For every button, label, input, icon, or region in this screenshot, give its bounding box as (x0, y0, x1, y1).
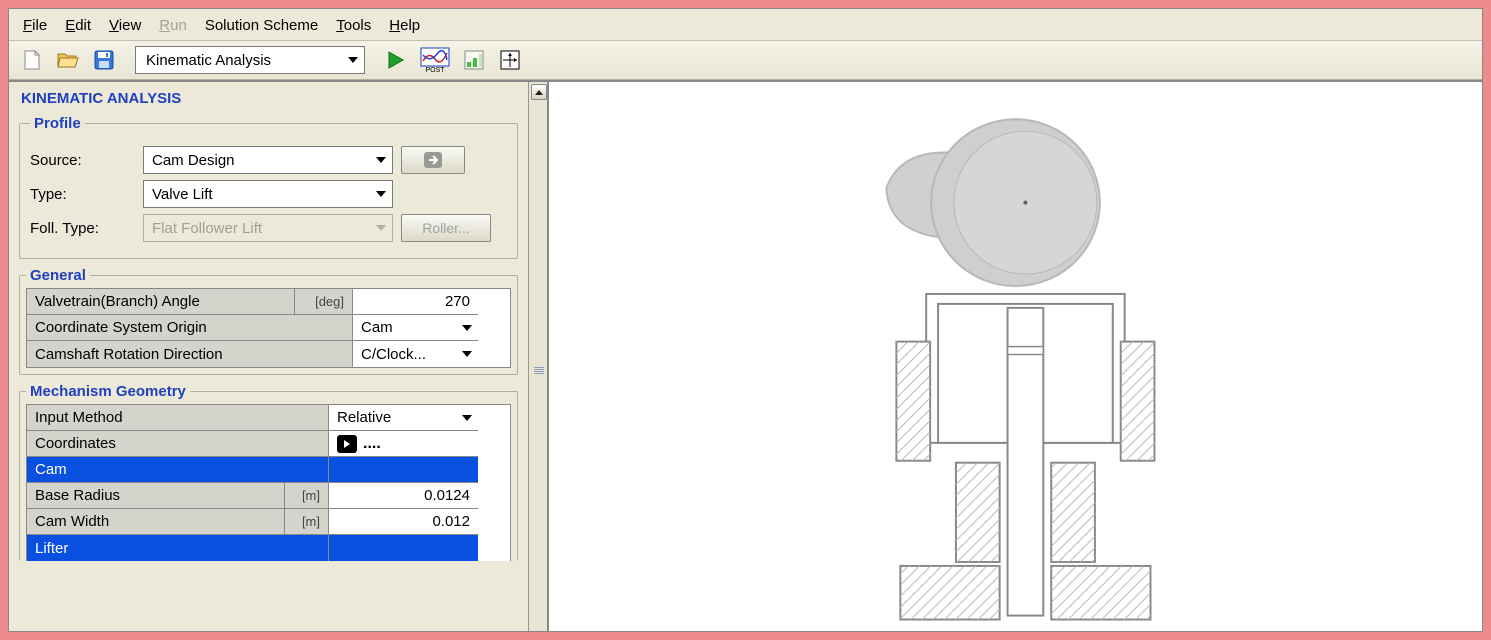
input-method-dropdown[interactable]: Relative (329, 405, 478, 431)
base-radius-unit: [m] (285, 483, 329, 509)
cam-width-value[interactable]: 0.012 (329, 509, 478, 535)
menu-file[interactable]: File (23, 17, 47, 34)
menu-run: Run (159, 17, 187, 34)
scroll-up-button[interactable] (531, 84, 547, 100)
panel-scrollbar[interactable] (529, 82, 549, 631)
branch-angle-unit: [deg] (295, 289, 353, 315)
analysis-mode-label: Kinematic Analysis (146, 52, 271, 69)
app-window: File Edit View Run Solution Scheme Tools… (8, 8, 1483, 632)
branch-angle-label: Valvetrain(Branch) Angle (27, 289, 295, 315)
save-icon (94, 50, 114, 70)
cam-model-drawing (549, 82, 1482, 631)
new-file-icon (23, 50, 41, 70)
panel-title: KINEMATIC ANALYSIS (15, 86, 522, 109)
left-panel: KINEMATIC ANALYSIS Profile Source: Cam D… (9, 82, 529, 631)
base-radius-label: Base Radius (27, 483, 285, 509)
coords-label: Coordinates (27, 431, 329, 457)
coord-origin-dropdown[interactable]: Cam (353, 315, 478, 341)
input-method-label: Input Method (27, 405, 329, 431)
arrow-right-icon (422, 150, 444, 170)
new-file-button[interactable] (17, 45, 47, 75)
menu-view[interactable]: View (109, 17, 141, 34)
chevron-down-icon (462, 325, 472, 331)
post-button[interactable]: POST (417, 45, 453, 75)
coords-button[interactable]: .... (329, 431, 478, 457)
open-file-button[interactable] (53, 45, 83, 75)
svg-text:POST: POST (425, 67, 445, 73)
save-button[interactable] (89, 45, 119, 75)
content-area: KINEMATIC ANALYSIS Profile Source: Cam D… (9, 80, 1482, 631)
arrow-right-icon (337, 435, 357, 453)
post-icon: POST (420, 47, 450, 73)
lifter-section-header: Lifter (27, 535, 329, 561)
menu-solution-scheme[interactable]: Solution Scheme (205, 17, 318, 34)
general-grid: Valvetrain(Branch) Angle [deg] 270 Coord… (26, 288, 511, 368)
cam-rot-dropdown[interactable]: C/Clock... (353, 341, 478, 367)
axes-icon (500, 50, 520, 70)
chevron-down-icon (376, 225, 386, 231)
source-action-button[interactable] (401, 146, 465, 174)
chevron-down-icon (376, 157, 386, 163)
splitter-grip-icon[interactable] (532, 352, 546, 382)
cam-section-header: Cam (27, 457, 329, 483)
chart-button[interactable] (459, 45, 489, 75)
general-group: General Valvetrain(Branch) Angle [deg] 2… (19, 267, 518, 375)
model-viewport[interactable] (549, 82, 1482, 631)
analysis-mode-dropdown[interactable]: Kinematic Analysis (135, 46, 365, 74)
menubar: File Edit View Run Solution Scheme Tools… (9, 9, 1482, 41)
axes-button[interactable] (495, 45, 525, 75)
mech-group: Mechanism Geometry Input Method Relative… (19, 383, 518, 561)
foll-type-dropdown: Flat Follower Lift (143, 214, 393, 242)
roller-button: Roller... (401, 214, 491, 242)
base-radius-value[interactable]: 0.0124 (329, 483, 478, 509)
play-icon (387, 50, 405, 70)
branch-angle-value[interactable]: 270 (353, 289, 478, 315)
cam-rot-label: Camshaft Rotation Direction (27, 341, 353, 367)
coord-origin-label: Coordinate System Origin (27, 315, 353, 341)
cam-width-unit: [m] (285, 509, 329, 535)
run-button[interactable] (381, 45, 411, 75)
mech-grid: Input Method Relative Coordinates .... C… (26, 404, 511, 561)
foll-type-label: Foll. Type: (30, 220, 135, 237)
menu-help[interactable]: Help (389, 17, 420, 34)
chart-icon (464, 50, 484, 70)
source-dropdown[interactable]: Cam Design (143, 146, 393, 174)
general-legend: General (26, 267, 90, 284)
type-label: Type: (30, 186, 135, 203)
menu-tools[interactable]: Tools (336, 17, 371, 34)
profile-group: Profile Source: Cam Design Type: Valve L… (19, 115, 518, 259)
source-label: Source: (30, 152, 135, 169)
chevron-down-icon (462, 415, 472, 421)
cam-width-label: Cam Width (27, 509, 285, 535)
menu-edit[interactable]: Edit (65, 17, 91, 34)
chevron-down-icon (348, 57, 358, 63)
chevron-down-icon (462, 351, 472, 357)
mech-legend: Mechanism Geometry (26, 383, 190, 400)
chevron-down-icon (376, 191, 386, 197)
type-dropdown[interactable]: Valve Lift (143, 180, 393, 208)
open-folder-icon (57, 51, 79, 69)
profile-legend: Profile (30, 115, 85, 132)
toolbar: Kinematic Analysis POST (9, 41, 1482, 80)
